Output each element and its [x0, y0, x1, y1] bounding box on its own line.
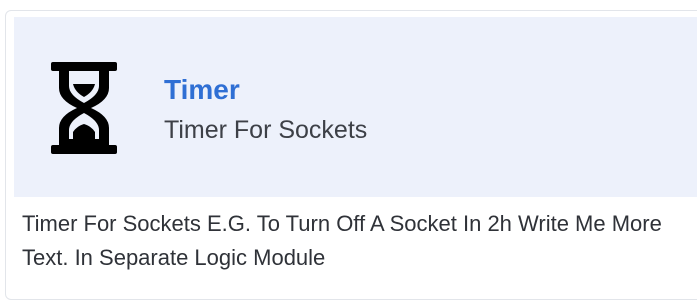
card-description: Timer For Sockets E.G. To Turn Off A Soc… — [22, 211, 662, 270]
card-header: Timer Timer For Sockets — [14, 17, 697, 197]
card-titles: Timer Timer For Sockets — [164, 73, 367, 147]
hourglass-icon — [51, 62, 117, 154]
card-subtitle: Timer For Sockets — [164, 116, 368, 144]
module-card[interactable]: Timer Timer For Sockets Timer For Socket… — [5, 10, 697, 300]
card-title[interactable]: Timer — [164, 73, 367, 107]
